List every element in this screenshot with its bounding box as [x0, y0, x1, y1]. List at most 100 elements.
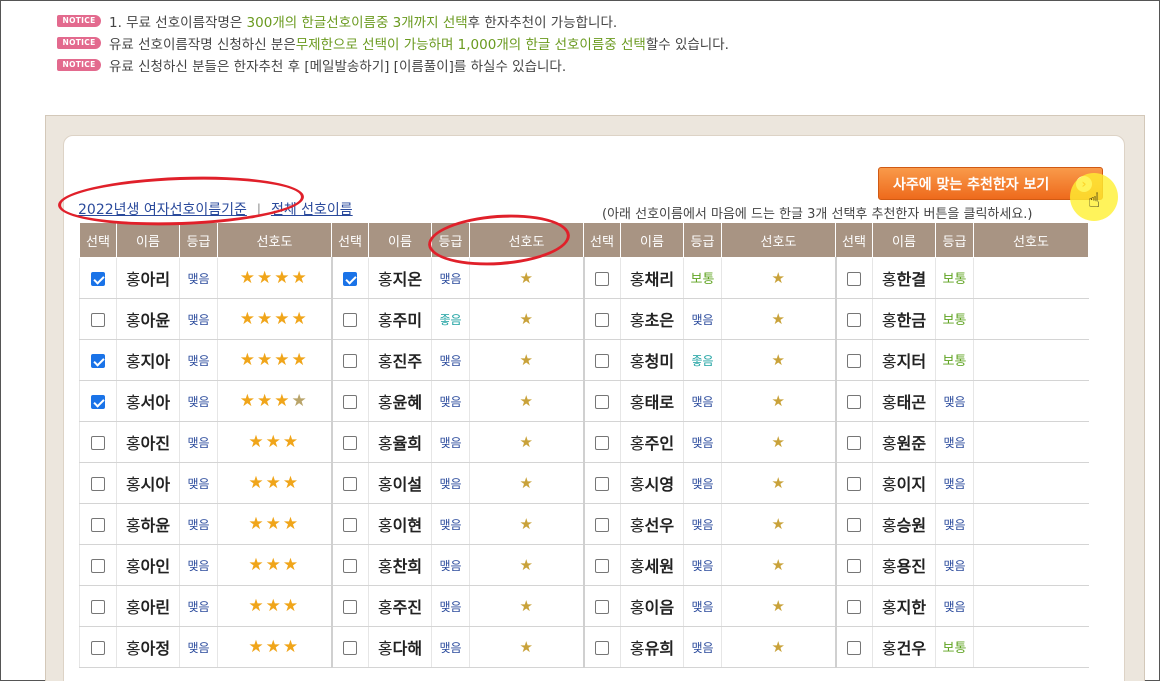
preference-cell — [973, 462, 1089, 504]
surname: 홍 — [881, 557, 897, 576]
surname: 홍 — [125, 311, 141, 330]
name-checkbox[interactable] — [847, 517, 862, 532]
grade-cell: 맺음 — [179, 544, 218, 586]
name-checkbox[interactable] — [91, 394, 105, 409]
grade-label: 맺음 — [691, 600, 714, 614]
name-checkbox[interactable] — [595, 558, 610, 573]
surname: 홍 — [881, 434, 897, 453]
name-checkbox[interactable] — [595, 517, 610, 532]
preference-cell: ★ — [469, 339, 584, 381]
tab-all-names[interactable]: 전체 선호이름 — [271, 199, 353, 219]
name-checkbox[interactable] — [847, 435, 862, 450]
given-name: 율희 — [392, 434, 423, 453]
name-cell: 홍지터 — [872, 339, 936, 381]
full-name: 홍한결 — [882, 270, 926, 289]
name-checkbox[interactable] — [91, 558, 105, 573]
given-name: 아리 — [140, 270, 171, 289]
notice-3-text: 유료 신청하신 분들은 한자추천 후 [메일발송하기] [이름풀이]를 하실수 … — [109, 59, 567, 75]
name-checkbox[interactable] — [343, 558, 358, 573]
notice-2-text-c: 할수 있습니다. — [645, 37, 729, 53]
name-checkbox[interactable] — [847, 599, 862, 614]
grade-cell: 맺음 — [431, 339, 470, 381]
grade-cell: 맺음 — [179, 585, 218, 627]
grade-cell: 보통 — [683, 257, 722, 299]
preference-cell: ★ — [469, 503, 584, 545]
surname: 홍 — [629, 270, 645, 289]
name-cell: 홍시영 — [620, 462, 684, 504]
preference-cell: ★ — [469, 298, 584, 340]
name-checkbox[interactable] — [847, 312, 862, 327]
table-row: 홍아진 맺음 ★★★ 홍율희 맺음 ★ 홍주인 맺음 ★ 홍원준 맺음 — [79, 421, 1089, 463]
grade-label: 맺음 — [439, 395, 462, 409]
name-checkbox[interactable] — [595, 353, 610, 368]
full-name: 홍이설 — [378, 475, 422, 494]
select-cell — [330, 503, 369, 545]
name-checkbox[interactable] — [91, 435, 105, 450]
grade-label: 맺음 — [691, 395, 714, 409]
name-cell: 홍태로 — [620, 380, 684, 422]
name-checkbox[interactable] — [91, 271, 105, 286]
star-rating-icon: ★ — [771, 556, 785, 574]
given-name: 주미 — [392, 311, 423, 330]
name-checkbox[interactable] — [847, 353, 862, 368]
surname: 홍 — [629, 557, 645, 576]
star-rating-icon: ★★★ — [248, 432, 301, 452]
full-name: 홍태로 — [630, 393, 674, 412]
select-cell — [79, 339, 117, 381]
grade-cell: 맺음 — [683, 585, 722, 627]
name-checkbox[interactable] — [91, 476, 105, 491]
name-checkbox[interactable] — [343, 640, 358, 655]
name-checkbox[interactable] — [595, 312, 610, 327]
name-checkbox[interactable] — [595, 476, 610, 491]
name-checkbox[interactable] — [343, 394, 358, 409]
name-checkbox[interactable] — [595, 271, 610, 286]
tab-2022-female[interactable]: 2022년생 여자선호이름기준 — [78, 199, 247, 219]
name-checkbox[interactable] — [343, 476, 358, 491]
name-filter-tabs: 2022년생 여자선호이름기준 | 전체 선호이름 — [78, 199, 353, 219]
preference-cell: ★ — [469, 380, 584, 422]
notice-2: NOTICE 유료 선호이름작명 신청하신 분은 무제한으로 선택이 가능하며 1… — [57, 32, 1147, 54]
name-checkbox[interactable] — [595, 640, 610, 655]
given-name: 지한 — [896, 598, 927, 617]
name-checkbox[interactable] — [343, 353, 358, 368]
name-checkbox[interactable] — [343, 599, 358, 614]
name-checkbox[interactable] — [595, 599, 610, 614]
name-checkbox[interactable] — [343, 435, 358, 450]
name-checkbox[interactable] — [847, 476, 862, 491]
grade-cell: 맺음 — [683, 298, 722, 340]
name-checkbox[interactable] — [847, 271, 862, 286]
name-checkbox[interactable] — [91, 640, 105, 655]
surname: 홍 — [377, 434, 393, 453]
grade-label: 맺음 — [943, 518, 966, 532]
grade-cell: 보통 — [935, 257, 974, 299]
grade-label: 맺음 — [439, 354, 462, 368]
grade-cell: 맺음 — [683, 421, 722, 463]
star-rating-icon: ★★★ — [248, 637, 301, 657]
select-cell — [582, 257, 621, 299]
name-checkbox[interactable] — [91, 312, 105, 327]
preference-cell: ★ — [721, 298, 836, 340]
name-checkbox[interactable] — [91, 517, 105, 532]
full-name: 홍원준 — [882, 434, 926, 453]
name-checkbox[interactable] — [847, 394, 862, 409]
name-checkbox[interactable] — [343, 271, 358, 286]
grade-cell: 맺음 — [935, 544, 974, 586]
name-checkbox[interactable] — [595, 435, 610, 450]
header-name: 이름 — [116, 222, 180, 258]
given-name: 서아 — [140, 393, 171, 412]
name-checkbox[interactable] — [91, 353, 105, 368]
name-checkbox[interactable] — [847, 640, 862, 655]
name-checkbox[interactable] — [343, 517, 358, 532]
name-checkbox[interactable] — [91, 599, 105, 614]
name-checkbox[interactable] — [847, 558, 862, 573]
star-rating-icon: ★ — [519, 515, 533, 533]
grade-cell: 맺음 — [683, 462, 722, 504]
name-checkbox[interactable] — [595, 394, 610, 409]
full-name: 홍태곤 — [882, 393, 926, 412]
name-checkbox[interactable] — [343, 312, 358, 327]
surname: 홍 — [881, 352, 897, 371]
select-cell — [582, 339, 621, 381]
grade-cell: 맺음 — [935, 380, 974, 422]
preference-cell: ★ — [469, 626, 584, 668]
star-rating-icon: ★ — [771, 351, 785, 369]
